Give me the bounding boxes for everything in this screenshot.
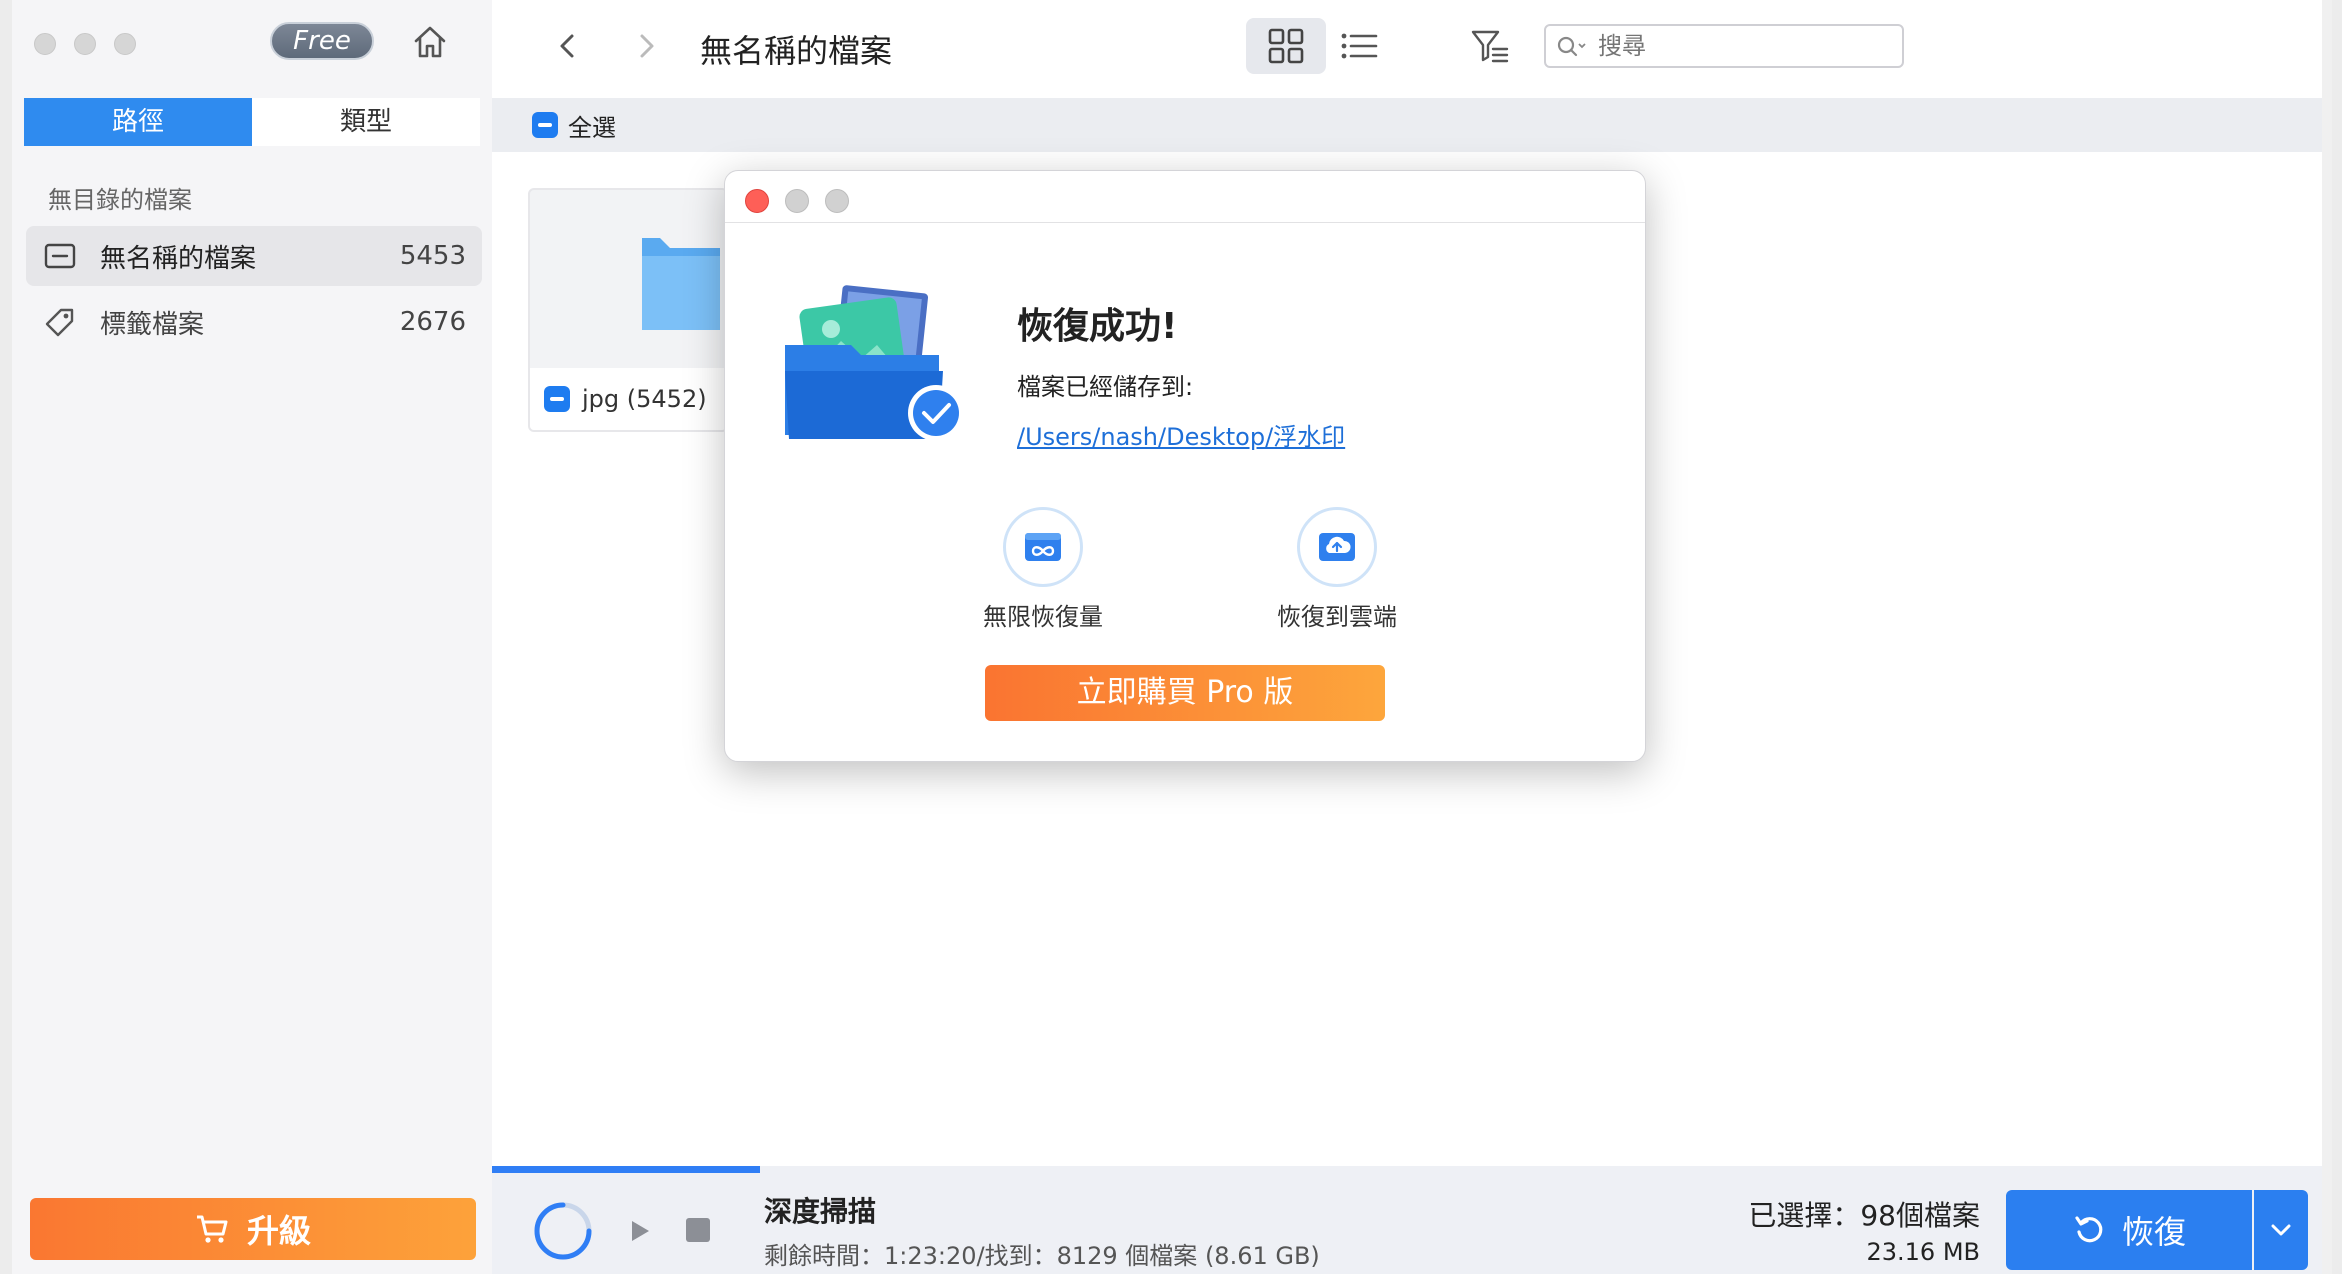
unlimited-recovery-feature: 無限恢復量 — [943, 507, 1143, 632]
file-card-checkbox[interactable] — [544, 386, 570, 412]
select-all-checkbox[interactable] — [532, 112, 558, 138]
back-icon[interactable] — [550, 28, 586, 64]
sidebar-item-label: 標籤檔案 — [100, 309, 205, 340]
buy-pro-button[interactable]: 立即購買 Pro 版 — [985, 665, 1385, 721]
scan-title: 深度掃描 — [764, 1195, 877, 1228]
play-icon[interactable] — [626, 1218, 652, 1244]
sidebar-item-unnamed-files[interactable]: 無名稱的檔案 5453 — [26, 226, 482, 286]
home-icon — [414, 26, 446, 58]
cloud-upload-icon — [1319, 533, 1355, 561]
sidebar-item-count: 5453 — [399, 241, 466, 271]
recover-dropdown-button[interactable] — [2254, 1190, 2308, 1270]
sidebar-item-label: 無名稱的檔案 — [100, 243, 257, 274]
file-card[interactable]: jpg (5452) — [528, 188, 728, 432]
filter-icon[interactable] — [1468, 24, 1512, 68]
grid-view-button[interactable] — [1246, 18, 1326, 74]
minimize-window-button[interactable] — [74, 33, 96, 55]
list-view-icon[interactable] — [1338, 26, 1382, 66]
dialog-minimize-button[interactable] — [785, 189, 809, 213]
select-all-bar: 全選 — [492, 98, 2332, 152]
scan-progress-bar — [492, 1166, 761, 1173]
dialog-window-controls — [745, 189, 849, 213]
scan-info: 剩餘時間：1:23:20/找到：8129 個檔案 (8.61 GB) — [764, 1242, 1320, 1270]
home-button[interactable] — [408, 20, 452, 64]
select-all-label: 全選 — [568, 113, 616, 142]
selected-count: 已選擇：98個檔案 — [1748, 1199, 1980, 1232]
dialog-titlebar — [725, 171, 1645, 223]
folder-minus-icon — [44, 243, 76, 269]
stop-button[interactable] — [686, 1218, 710, 1242]
free-badge[interactable]: Free — [270, 22, 374, 60]
dialog-heading: 恢復成功! — [1017, 306, 1178, 347]
recover-label: 恢復 — [2121, 1213, 2186, 1251]
chevron-down-icon — [2271, 1224, 2291, 1236]
window-controls — [34, 33, 136, 55]
sidebar: Free 路徑 類型 無目錄的檔案 無名稱的檔案 5453 標籤檔案 2676 … — [12, 0, 492, 1274]
spinner-icon — [534, 1202, 592, 1260]
unlimited-icon — [1025, 533, 1061, 561]
grid-icon — [1268, 28, 1304, 64]
folder-with-photos-icon — [785, 285, 964, 441]
feature-label: 無限恢復量 — [983, 603, 1103, 631]
tab-path[interactable]: 路徑 — [24, 98, 252, 146]
forward-icon[interactable] — [628, 28, 664, 64]
folder-icon — [642, 238, 720, 330]
tab-type[interactable]: 類型 — [252, 98, 480, 146]
dialog-close-button[interactable] — [745, 189, 769, 213]
search-icon — [1557, 36, 1586, 57]
upgrade-button[interactable]: 升級 — [30, 1198, 476, 1260]
selected-size: 23.16 MB — [1866, 1238, 1980, 1266]
close-window-button[interactable] — [34, 33, 56, 55]
window-edge — [2322, 0, 2332, 1274]
zoom-window-button[interactable] — [114, 33, 136, 55]
search-box — [1544, 24, 1904, 68]
feature-label: 恢復到雲端 — [1277, 603, 1397, 631]
saved-path-link[interactable]: /Users/nash/Desktop/浮水印 — [1017, 417, 1345, 452]
status-footer: 深度掃描 剩餘時間：1:23:20/找到：8129 個檔案 (8.61 GB) … — [492, 1166, 2332, 1274]
tag-icon — [45, 308, 74, 337]
cart-icon — [196, 1215, 228, 1243]
recover-button[interactable]: 恢復 — [2006, 1190, 2252, 1270]
cloud-recovery-feature: 恢復到雲端 — [1237, 507, 1437, 632]
view-mode-tabs: 路徑 類型 — [24, 98, 480, 146]
sidebar-item-count: 2676 — [399, 307, 466, 337]
toolbar: 無名稱的檔案 — [492, 0, 2332, 96]
app-window: Free 路徑 類型 無目錄的檔案 無名稱的檔案 5453 標籤檔案 2676 … — [12, 0, 2332, 1274]
recover-icon — [2075, 1216, 2103, 1243]
search-input[interactable] — [1598, 32, 1878, 60]
page-title: 無名稱的檔案 — [700, 32, 893, 70]
saved-to-label: 檔案已經儲存到: — [1017, 373, 1194, 401]
recovery-success-dialog: 恢復成功! 檔案已經儲存到: /Users/nash/Desktop/浮水印 無… — [724, 170, 1646, 762]
file-card-caption: jpg (5452) — [530, 368, 726, 430]
sidebar-item-tagged-files[interactable]: 標籤檔案 2676 — [26, 292, 482, 352]
dialog-zoom-button[interactable] — [825, 189, 849, 213]
upgrade-label: 升級 — [246, 1212, 311, 1250]
section-label: 無目錄的檔案 — [48, 186, 192, 214]
file-card-label: jpg (5452) — [582, 385, 707, 413]
